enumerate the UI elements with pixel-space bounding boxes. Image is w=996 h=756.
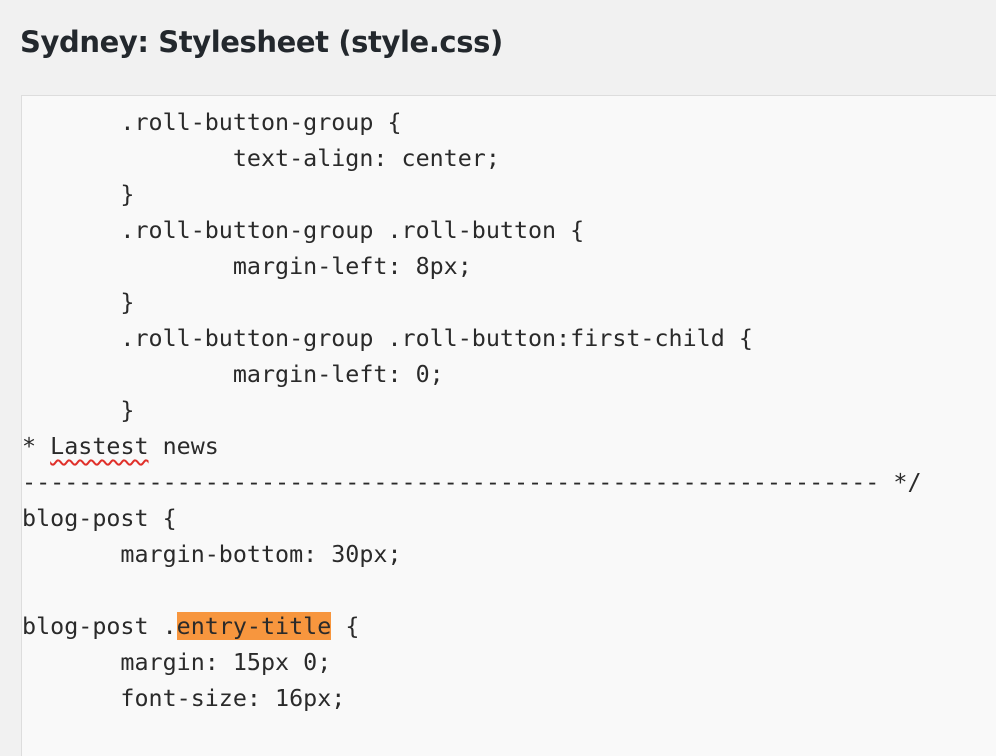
code-line[interactable]: }: [22, 572, 922, 608]
code-line[interactable]: margin-left: 8px;: [22, 248, 922, 284]
code-editor[interactable]: .roll-button-group { text-align: center;…: [21, 95, 996, 756]
code-line[interactable]: margin: 15px 0;: [22, 644, 922, 680]
theme-editor-page: { "header": { "title": "Sydney: Styleshe…: [0, 0, 996, 756]
code-line[interactable]: margin-bottom: 30px;: [22, 536, 922, 572]
code-line[interactable]: margin-left: 0;: [22, 356, 922, 392]
comment-text: news: [148, 432, 219, 460]
selector-suffix: {: [331, 612, 360, 640]
code-line-comment[interactable]: /* Lastest news: [22, 428, 922, 464]
code-line[interactable]: .roll-button-group {: [22, 104, 922, 140]
code-line[interactable]: text-align: center;: [22, 140, 922, 176]
search-highlight[interactable]: entry-title: [176, 612, 332, 640]
code-line[interactable]: }: [22, 392, 922, 428]
selector-prefix: .blog-post .: [21, 612, 177, 640]
code-line[interactable]: }: [22, 284, 922, 320]
misspelled-word[interactable]: Lastest: [50, 432, 148, 460]
code-line[interactable]: .roll-button-group .roll-button:first-ch…: [22, 320, 922, 356]
code-line[interactable]: }: [22, 716, 922, 752]
page-title: Sydney: Stylesheet (style.css): [20, 25, 503, 59]
code-line[interactable]: }: [22, 176, 922, 212]
code-line[interactable]: .roll-button-group .roll-button {: [22, 212, 922, 248]
code-content[interactable]: .roll-button-group { text-align: center;…: [21, 104, 922, 752]
comment-open: /*: [22, 432, 37, 460]
code-line-highlighted[interactable]: .blog-post .entry-title {: [21, 608, 922, 644]
code-line[interactable]: ----------------------------------------…: [22, 464, 922, 500]
code-line[interactable]: font-size: 16px;: [22, 680, 922, 716]
code-line[interactable]: .blog-post {: [22, 500, 922, 536]
